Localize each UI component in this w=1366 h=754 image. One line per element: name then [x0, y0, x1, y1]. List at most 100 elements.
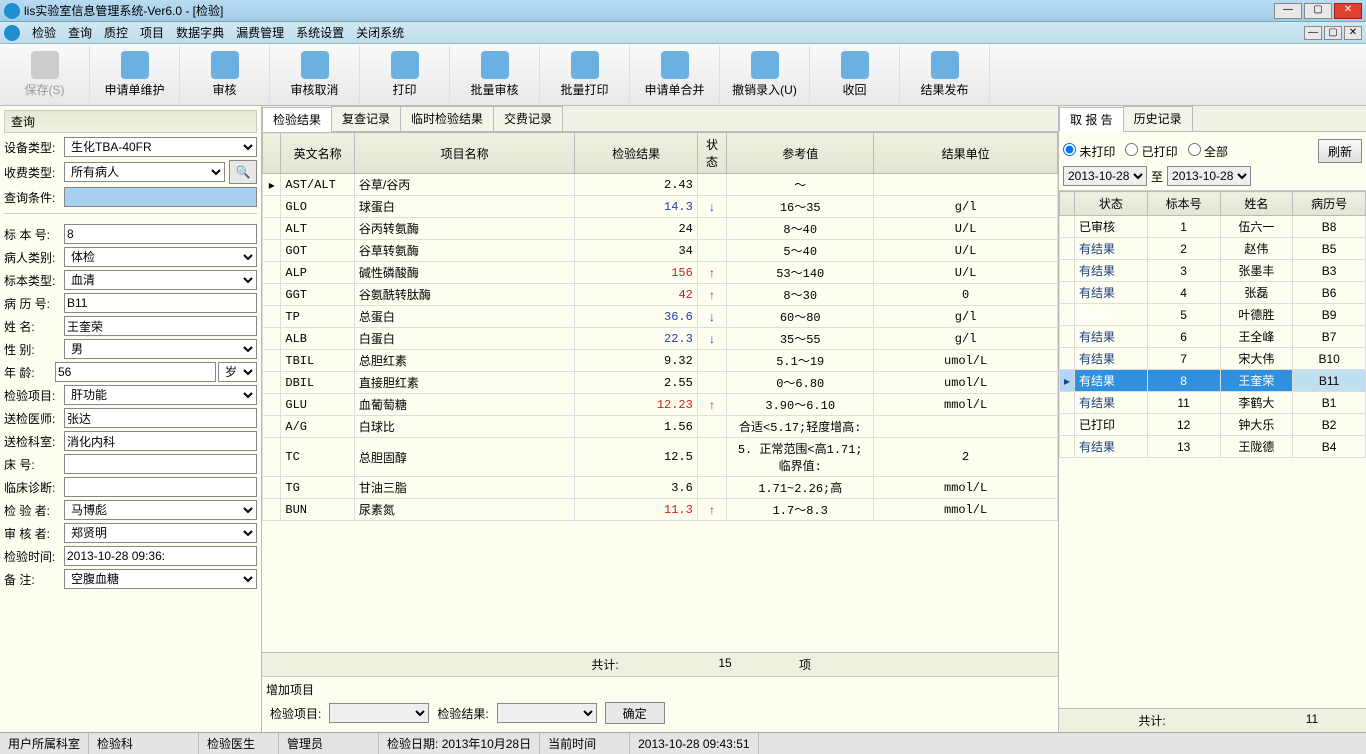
sample-type-select[interactable]: 血清 — [64, 270, 257, 290]
doctor-input[interactable] — [64, 408, 257, 428]
sex-select[interactable]: 男 — [64, 339, 257, 359]
minimize-button[interactable]: — — [1274, 3, 1302, 19]
toolbtn-批量打印[interactable]: 批量打印 — [540, 46, 630, 104]
radio-未打印[interactable]: 未打印 — [1063, 143, 1115, 160]
toolbtn-审核[interactable]: 审核 — [180, 46, 270, 104]
menu-漏费管理[interactable]: 漏费管理 — [236, 26, 284, 40]
toolbtn-打印[interactable]: 打印 — [360, 46, 450, 104]
result-row[interactable]: ▸AST/ALT谷草/谷丙2.43～ — [263, 174, 1058, 196]
report-grid[interactable]: 状态标本号姓名病历号 已审核1伍六一B8有结果2赵伟B5有结果3张墨丰B3有结果… — [1059, 191, 1366, 458]
close-button[interactable]: ✕ — [1334, 3, 1362, 19]
device-type-select[interactable]: 生化TBA-40FR — [64, 137, 257, 157]
add-confirm-button[interactable]: 确定 — [605, 702, 665, 724]
result-row[interactable]: ALT谷丙转氨酶248～40U/L — [263, 218, 1058, 240]
toolbtn-撤销录入(U)[interactable]: 撤销录入(U) — [720, 46, 810, 104]
result-row[interactable]: GLU血葡萄糖12.23↑3.90～6.10mmol/L — [263, 394, 1058, 416]
age-unit-select[interactable]: 岁 — [218, 362, 257, 382]
report-row[interactable]: 有结果13王陇德B4 — [1060, 436, 1366, 458]
radio-全部[interactable]: 全部 — [1188, 143, 1228, 160]
statusbar: 用户所属科室 检验科 检验医生 管理员 检验日期: 2013年10月28日 当前… — [0, 732, 1366, 754]
menu-数据字典[interactable]: 数据字典 — [176, 26, 224, 40]
toolbtn-审核取消[interactable]: 审核取消 — [270, 46, 360, 104]
right-tab-历史记录[interactable]: 历史记录 — [1123, 106, 1193, 131]
toolbtn-批量审核[interactable]: 批量审核 — [450, 46, 540, 104]
result-row[interactable]: TP总蛋白36.6↓60～80g/l — [263, 306, 1058, 328]
menu-质控[interactable]: 质控 — [104, 26, 128, 40]
report-row[interactable]: ▸有结果8王奎荣B11 — [1060, 370, 1366, 392]
age-input[interactable] — [55, 362, 216, 382]
center-panel: 检验结果复查记录临时检验结果交费记录 英文名称项目名称检验结果状态参考值结果单位… — [262, 106, 1058, 732]
col-检验结果[interactable]: 检验结果 — [575, 133, 697, 174]
note-select[interactable]: 空腹血糖 — [64, 569, 257, 589]
date-to-select[interactable]: 2013-10-28 — [1167, 166, 1251, 186]
col-结果单位[interactable]: 结果单位 — [874, 133, 1058, 174]
tab-交费记录[interactable]: 交费记录 — [493, 106, 563, 131]
result-row[interactable]: DBIL直接胆红素2.550～6.80umol/L — [263, 372, 1058, 394]
tab-临时检验结果[interactable]: 临时检验结果 — [400, 106, 494, 131]
add-result-select[interactable] — [497, 703, 597, 723]
query-cond-input[interactable] — [64, 187, 257, 207]
menu-系统设置[interactable]: 系统设置 — [296, 26, 344, 40]
record-no-input[interactable] — [64, 293, 257, 313]
right-tab-取 报 告[interactable]: 取 报 告 — [1059, 107, 1124, 132]
report-row[interactable]: 有结果2赵伟B5 — [1060, 238, 1366, 260]
report-row[interactable]: 已审核1伍六一B8 — [1060, 216, 1366, 238]
toolbtn-申请单维护[interactable]: 申请单维护 — [90, 46, 180, 104]
menu-项目[interactable]: 项目 — [140, 26, 164, 40]
result-row[interactable]: ALB白蛋白22.3↓35～55g/l — [263, 328, 1058, 350]
toolbtn-收回[interactable]: 收回 — [810, 46, 900, 104]
result-row[interactable]: GLO球蛋白14.3↓16～35g/l — [263, 196, 1058, 218]
result-row[interactable]: TC总胆固醇12.55. 正常范围<高1.71; 临界值:2 — [263, 438, 1058, 477]
specno-input[interactable] — [64, 224, 257, 244]
tab-复查记录[interactable]: 复查记录 — [331, 106, 401, 131]
test-item-select[interactable]: 肝功能 — [64, 385, 257, 405]
menu-关闭系统[interactable]: 关闭系统 — [356, 26, 404, 40]
radio-已打印[interactable]: 已打印 — [1125, 143, 1177, 160]
report-row[interactable]: 有结果6王全峰B7 — [1060, 326, 1366, 348]
report-row[interactable]: 已打印12钟大乐B2 — [1060, 414, 1366, 436]
checker-select[interactable]: 马博彪 — [64, 500, 257, 520]
tab-检验结果[interactable]: 检验结果 — [262, 107, 332, 132]
col-项目名称[interactable]: 项目名称 — [354, 133, 574, 174]
toolbar: 保存(S)申请单维护审核审核取消打印批量审核批量打印申请单合并撤销录入(U)收回… — [0, 44, 1366, 106]
report-row[interactable]: 有结果7宋大伟B10 — [1060, 348, 1366, 370]
result-row[interactable]: BUN尿素氮11.3↑1.7～8.3mmol/L — [263, 499, 1058, 521]
menu-检验[interactable]: 检验 — [32, 26, 56, 40]
fee-type-select[interactable]: 所有病人 — [64, 162, 225, 182]
bed-input[interactable] — [64, 454, 257, 474]
toolbtn-结果发布[interactable]: 结果发布 — [900, 46, 990, 104]
report-row[interactable]: 有结果4张磊B6 — [1060, 282, 1366, 304]
result-row[interactable]: ALP碱性磷酸酶156↑53～140U/L — [263, 262, 1058, 284]
report-row[interactable]: 有结果11李鹤大B1 — [1060, 392, 1366, 414]
result-row[interactable]: GOT谷草转氨酶345～40U/L — [263, 240, 1058, 262]
result-row[interactable]: TBIL总胆红素9.325.1～19umol/L — [263, 350, 1058, 372]
col-英文名称[interactable]: 英文名称 — [281, 133, 354, 174]
menu-查询[interactable]: 查询 — [68, 26, 92, 40]
tool-icon — [571, 51, 599, 79]
time-input[interactable] — [64, 546, 257, 566]
add-item-select[interactable] — [329, 703, 429, 723]
diag-input[interactable] — [64, 477, 257, 497]
result-row[interactable]: GGT谷氨酰转肽酶42↑8～300 — [263, 284, 1058, 306]
mdi-close[interactable]: ✕ — [1344, 26, 1362, 40]
result-row[interactable]: A/G白球比1.56合适<5.17;轻度增高: — [263, 416, 1058, 438]
report-row[interactable]: 新病人5叶德胜B9 — [1060, 304, 1366, 326]
results-grid[interactable]: 英文名称项目名称检验结果状态参考值结果单位 ▸AST/ALT谷草/谷丙2.43～… — [262, 132, 1058, 521]
auditor-select[interactable]: 郑贤明 — [64, 523, 257, 543]
add-item-header: 增加项目 — [266, 681, 1054, 698]
patient-class-select[interactable]: 体检 — [64, 247, 257, 267]
tool-icon — [751, 51, 779, 79]
name-input[interactable] — [64, 316, 257, 336]
toolbtn-申请单合并[interactable]: 申请单合并 — [630, 46, 720, 104]
col-状态[interactable]: 状态 — [697, 133, 726, 174]
maximize-button[interactable]: ▢ — [1304, 3, 1332, 19]
date-from-select[interactable]: 2013-10-28 — [1063, 166, 1147, 186]
mdi-minimize[interactable]: — — [1304, 26, 1322, 40]
search-button[interactable]: 🔍 — [229, 160, 257, 184]
dept-input[interactable] — [64, 431, 257, 451]
mdi-restore[interactable]: ▢ — [1324, 26, 1342, 40]
result-row[interactable]: TG甘油三脂3.61.71~2.26;高mmol/L — [263, 477, 1058, 499]
refresh-button[interactable]: 刷新 — [1318, 139, 1362, 163]
report-row[interactable]: 有结果3张墨丰B3 — [1060, 260, 1366, 282]
col-参考值[interactable]: 参考值 — [727, 133, 874, 174]
